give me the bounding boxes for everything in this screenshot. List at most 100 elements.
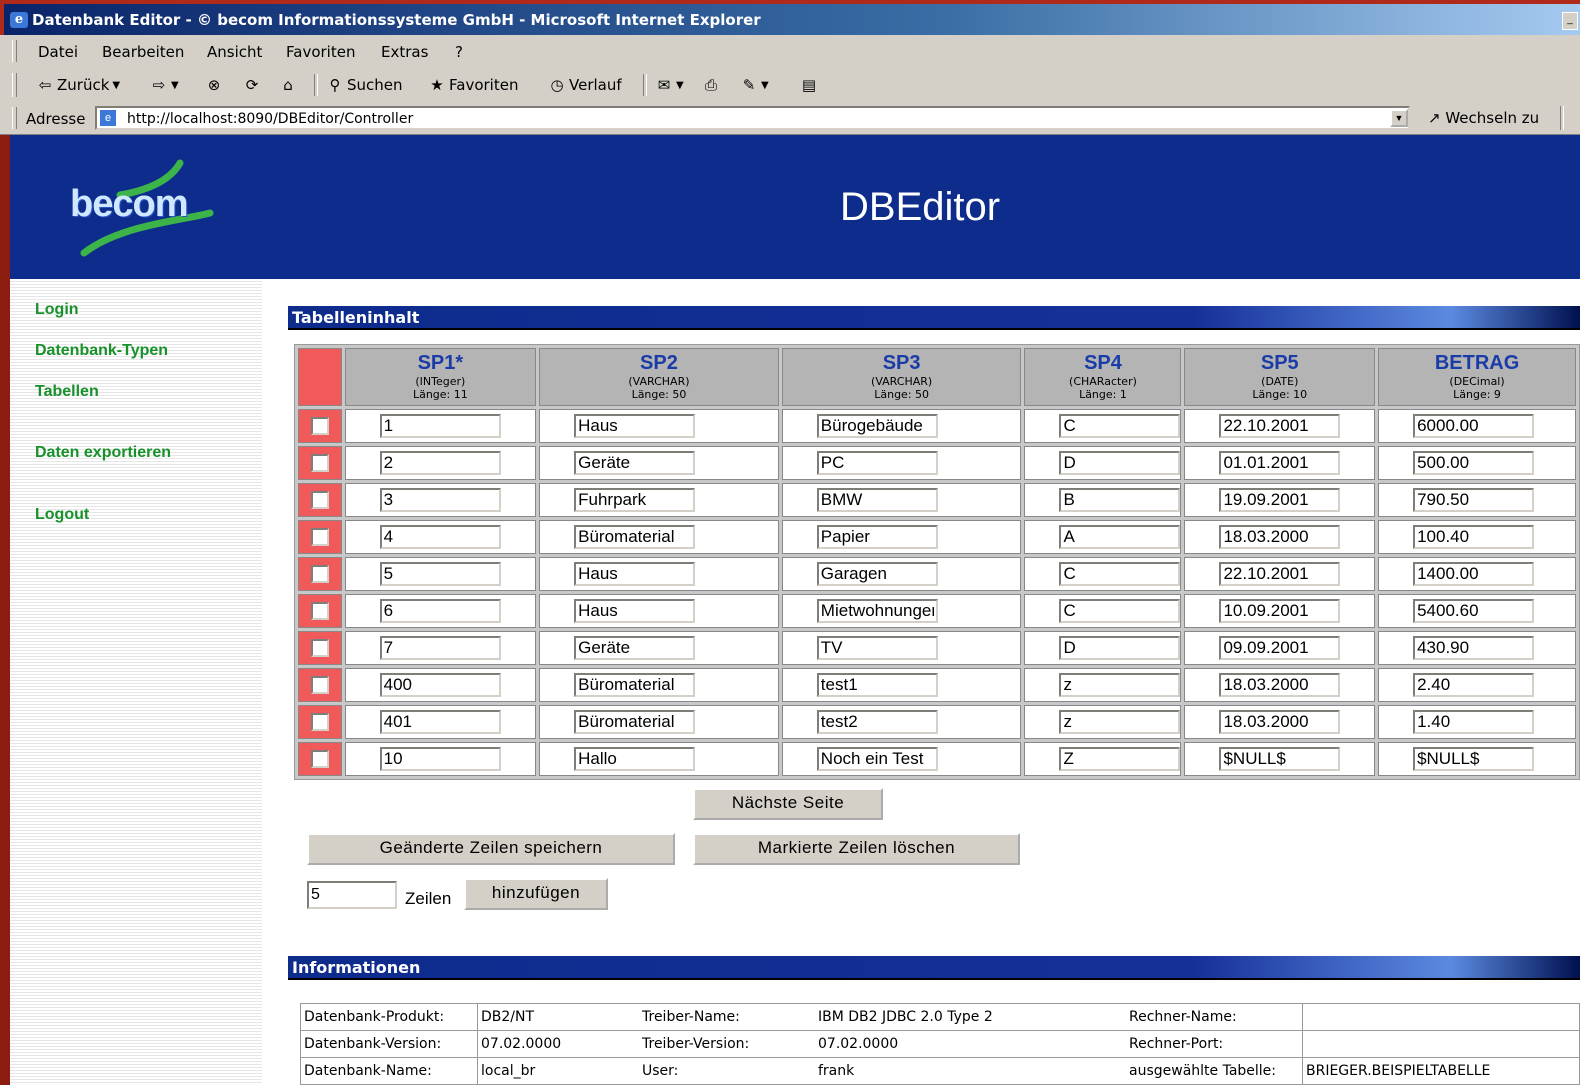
sp3-input[interactable] <box>816 525 938 549</box>
add-rows-button[interactable]: hinzufügen <box>464 878 608 910</box>
mail-button[interactable]: ✉ ▼ <box>655 76 684 94</box>
forward-button[interactable]: ⇨ ▼ <box>150 76 179 94</box>
row-checkbox[interactable] <box>310 750 329 768</box>
betrag-input[interactable] <box>1413 525 1535 549</box>
sp2-input[interactable] <box>574 414 696 438</box>
sp1-input[interactable] <box>379 451 501 475</box>
history-button[interactable]: ◷ Verlauf <box>548 76 621 94</box>
sp3-input[interactable] <box>816 562 938 586</box>
sp4-input[interactable] <box>1059 414 1181 438</box>
sp3-input[interactable] <box>816 636 938 660</box>
menu-favoriten[interactable]: Favoriten <box>286 43 355 61</box>
sp1-input[interactable] <box>379 710 501 734</box>
print-button[interactable]: ⎙ <box>702 76 720 94</box>
stop-button[interactable]: ⊗ <box>205 76 223 94</box>
back-button[interactable]: ⇦ Zurück ▼ <box>36 76 120 94</box>
sp2-input[interactable] <box>574 451 696 475</box>
sp4-input[interactable] <box>1059 525 1181 549</box>
row-checkbox[interactable] <box>310 528 329 546</box>
sp4-input[interactable] <box>1059 636 1181 660</box>
nav-logout[interactable]: Logout <box>35 506 89 524</box>
sp4-input[interactable] <box>1059 488 1181 512</box>
sp4-input[interactable] <box>1059 673 1181 697</box>
sp2-input[interactable] <box>574 710 696 734</box>
next-page-button[interactable]: Nächste Seite <box>693 788 883 820</box>
row-checkbox[interactable] <box>310 713 329 731</box>
sp3-input[interactable] <box>816 451 938 475</box>
search-button[interactable]: ⚲ Suchen <box>326 76 403 94</box>
sp2-input[interactable] <box>574 488 696 512</box>
delete-marked-rows-button[interactable]: Markierte Zeilen löschen <box>693 833 1020 865</box>
sp4-input[interactable] <box>1059 451 1181 475</box>
add-rows-count-input[interactable] <box>307 881 397 909</box>
betrag-input[interactable] <box>1413 710 1535 734</box>
sp2-input[interactable] <box>574 747 696 771</box>
go-button[interactable]: ↗ Wechseln zu <box>1428 109 1539 127</box>
menu-datei[interactable]: Datei <box>38 43 78 61</box>
menu-help[interactable]: ? <box>455 43 463 61</box>
sp2-input[interactable] <box>574 562 696 586</box>
sp2-input[interactable] <box>574 599 696 623</box>
row-checkbox[interactable] <box>310 639 329 657</box>
betrag-input[interactable] <box>1413 747 1535 771</box>
betrag-input[interactable] <box>1413 673 1535 697</box>
sp3-input[interactable] <box>816 599 938 623</box>
sp1-input[interactable] <box>379 599 501 623</box>
refresh-button[interactable]: ⟳ <box>243 76 261 94</box>
sp5-input[interactable] <box>1219 488 1341 512</box>
sp5-input[interactable] <box>1219 710 1341 734</box>
sp3-input[interactable] <box>816 710 938 734</box>
address-input[interactable]: e http://localhost:8090/DBEditor/Control… <box>95 106 1410 130</box>
sp1-input[interactable] <box>379 414 501 438</box>
nav-datenbank-typen[interactable]: Datenbank-Typen <box>35 342 168 360</box>
betrag-input[interactable] <box>1413 488 1535 512</box>
nav-daten-exportieren[interactable]: Daten exportieren <box>35 444 171 462</box>
sp5-input[interactable] <box>1219 673 1341 697</box>
betrag-input[interactable] <box>1413 636 1535 660</box>
save-changed-rows-button[interactable]: Geänderte Zeilen speichern <box>307 833 675 865</box>
sp4-input[interactable] <box>1059 710 1181 734</box>
sp5-input[interactable] <box>1219 414 1341 438</box>
sp3-input[interactable] <box>816 747 938 771</box>
home-button[interactable]: ⌂ <box>279 76 297 94</box>
edit-button[interactable]: ✎ ▼ <box>740 76 769 94</box>
sp3-input[interactable] <box>816 488 938 512</box>
sp2-input[interactable] <box>574 525 696 549</box>
row-checkbox[interactable] <box>310 565 329 583</box>
sp5-input[interactable] <box>1219 599 1341 623</box>
nav-tabellen[interactable]: Tabellen <box>35 383 99 401</box>
sp3-input[interactable] <box>816 673 938 697</box>
betrag-input[interactable] <box>1413 451 1535 475</box>
minimize-button[interactable]: _ <box>1562 12 1578 30</box>
sp1-input[interactable] <box>379 525 501 549</box>
sp3-input[interactable] <box>816 414 938 438</box>
sp4-input[interactable] <box>1059 599 1181 623</box>
menu-extras[interactable]: Extras <box>381 43 428 61</box>
row-checkbox[interactable] <box>310 602 329 620</box>
nav-login[interactable]: Login <box>35 301 79 319</box>
sp5-input[interactable] <box>1219 747 1341 771</box>
sp4-input[interactable] <box>1059 747 1181 771</box>
menu-bearbeiten[interactable]: Bearbeiten <box>102 43 184 61</box>
sp4-input[interactable] <box>1059 562 1181 586</box>
betrag-input[interactable] <box>1413 562 1535 586</box>
sp1-input[interactable] <box>379 488 501 512</box>
betrag-input[interactable] <box>1413 414 1535 438</box>
row-checkbox[interactable] <box>310 491 329 509</box>
sp5-input[interactable] <box>1219 562 1341 586</box>
discuss-button[interactable]: ▤ <box>800 76 818 94</box>
menu-ansicht[interactable]: Ansicht <box>207 43 262 61</box>
favorites-button[interactable]: ★ Favoriten <box>428 76 518 94</box>
row-checkbox[interactable] <box>310 676 329 694</box>
address-dropdown-button[interactable]: ▼ <box>1390 109 1408 127</box>
betrag-input[interactable] <box>1413 599 1535 623</box>
row-checkbox[interactable] <box>310 454 329 472</box>
row-checkbox[interactable] <box>310 417 329 435</box>
sp5-input[interactable] <box>1219 525 1341 549</box>
sp1-input[interactable] <box>379 673 501 697</box>
sp5-input[interactable] <box>1219 636 1341 660</box>
sp5-input[interactable] <box>1219 451 1341 475</box>
sp2-input[interactable] <box>574 673 696 697</box>
sp1-input[interactable] <box>379 562 501 586</box>
sp1-input[interactable] <box>379 636 501 660</box>
